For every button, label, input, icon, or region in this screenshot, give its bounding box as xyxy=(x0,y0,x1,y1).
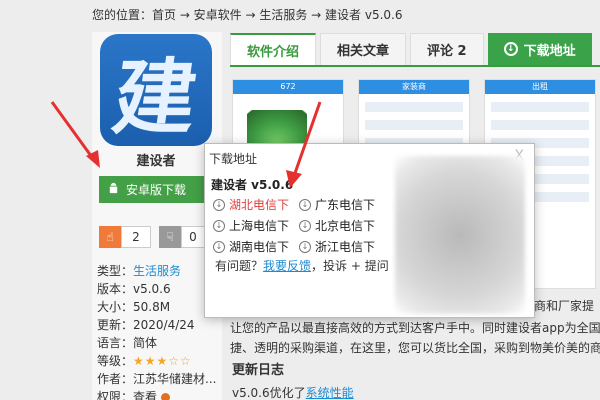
download-link-hunan[interactable]: ↓ 湖南电信下 xyxy=(213,238,289,255)
download-icon: ↓ xyxy=(299,240,311,253)
info-type: 类型：生活服务 xyxy=(97,264,182,278)
download-button-label: 安卓版下载 xyxy=(126,183,187,197)
download-circle-icon: ↓ xyxy=(503,42,518,56)
app-icon-glyph: 建 xyxy=(107,49,203,146)
upvote[interactable]: ☝ 2 xyxy=(99,226,151,248)
app-name: 建设者 xyxy=(136,154,176,169)
download-icon: ↓ xyxy=(213,198,225,211)
download-link-shanghai[interactable]: ↓ 上海电信下 xyxy=(213,217,289,234)
download-link-zhejiang[interactable]: ↓ 浙江电信下 xyxy=(299,238,375,255)
download-icon: ↓ xyxy=(299,219,311,232)
thumbs-up-icon: ☝ xyxy=(99,226,121,248)
download-icon: ↓ xyxy=(299,198,311,211)
feedback-link[interactable]: 我要反馈 xyxy=(263,259,311,273)
info-permission[interactable]: 权限：查看 xyxy=(97,388,216,400)
download-icon: ↓ xyxy=(213,219,225,232)
info-rating: 等级：★★★☆☆ xyxy=(97,354,192,368)
category-link[interactable]: 生活服务 xyxy=(133,264,181,278)
info-dot-icon xyxy=(160,393,170,400)
description-line-3: 捷、透明的采购渠道，在这里，您可以货比全国，采购到物美价美的商 xyxy=(230,341,600,355)
download-link-beijing[interactable]: ↓ 北京电信下 xyxy=(299,217,375,234)
tab-articles[interactable]: 相关文章 xyxy=(320,33,407,65)
tab-intro[interactable]: 软件介绍 xyxy=(230,33,317,65)
changelog-title: 更新日志 xyxy=(232,363,285,378)
info-author: 作者：江苏华储建材... xyxy=(97,372,217,386)
red-arrow-icon xyxy=(50,101,100,168)
thumbs-down-icon: ☟ xyxy=(159,226,181,248)
android-icon xyxy=(107,182,120,198)
breadcrumb[interactable]: 您的位置：首页 → 安卓软件 → 生活服务 → 建设者 v5.0.6 xyxy=(92,6,403,23)
download-link-hubei[interactable]: ↓ 湖北电信下 xyxy=(213,196,289,213)
tab-underline xyxy=(230,65,600,67)
changelog-link[interactable]: 系统性能 xyxy=(306,386,354,400)
app-info: 类型：生活服务 版本：v5.0.6 大小：50.8M 更新：2020/4/24 … xyxy=(97,262,216,400)
red-arrow-icon xyxy=(286,101,322,188)
content-tabs: 软件介绍 相关文章 评论 2 ↓ 下载地址 xyxy=(230,33,596,65)
info-language: 语言：简体 xyxy=(97,336,158,350)
info-version: 版本：v5.0.6 xyxy=(97,282,171,296)
downvote-count: 0 xyxy=(181,226,205,248)
dialog-heading: 建设者 v5.0.6 xyxy=(211,178,294,192)
blurred-qr-image xyxy=(395,156,525,314)
dialog-title: 下载地址 xyxy=(209,152,258,166)
info-size: 大小：50.8M xyxy=(97,300,171,314)
download-icon: ↓ xyxy=(213,240,225,253)
tab-comments[interactable]: 评论 2 xyxy=(410,33,484,65)
description-line-2: 让您的产品以最直接高效的方式到达客户手中。同时建设者app为全国 xyxy=(230,321,600,335)
tab-download[interactable]: ↓ 下载地址 xyxy=(487,33,592,65)
downvote[interactable]: ☟ 0 xyxy=(159,226,205,248)
rating-stars: ★★★☆☆ xyxy=(133,354,192,368)
dialog-feedback: 有问题？我要反馈，投诉 + 提问 xyxy=(215,259,389,273)
download-link-guangdong[interactable]: ↓ 广东电信下 xyxy=(299,196,375,213)
download-dialog: 下载地址 X 建设者 v5.0.6 ↓湖北电信下 ↓广东电信下 ↓上海电信下 ↓… xyxy=(204,143,535,318)
upvote-count: 2 xyxy=(121,226,151,248)
page: 您的位置：首页 → 安卓软件 → 生活服务 → 建设者 v5.0.6 建 建设者… xyxy=(0,0,600,400)
info-updated: 更新：2020/4/24 xyxy=(97,318,195,332)
app-icon: 建 xyxy=(100,34,212,146)
changelog-entry: v5.0.6优化了系统性能 xyxy=(232,386,354,400)
